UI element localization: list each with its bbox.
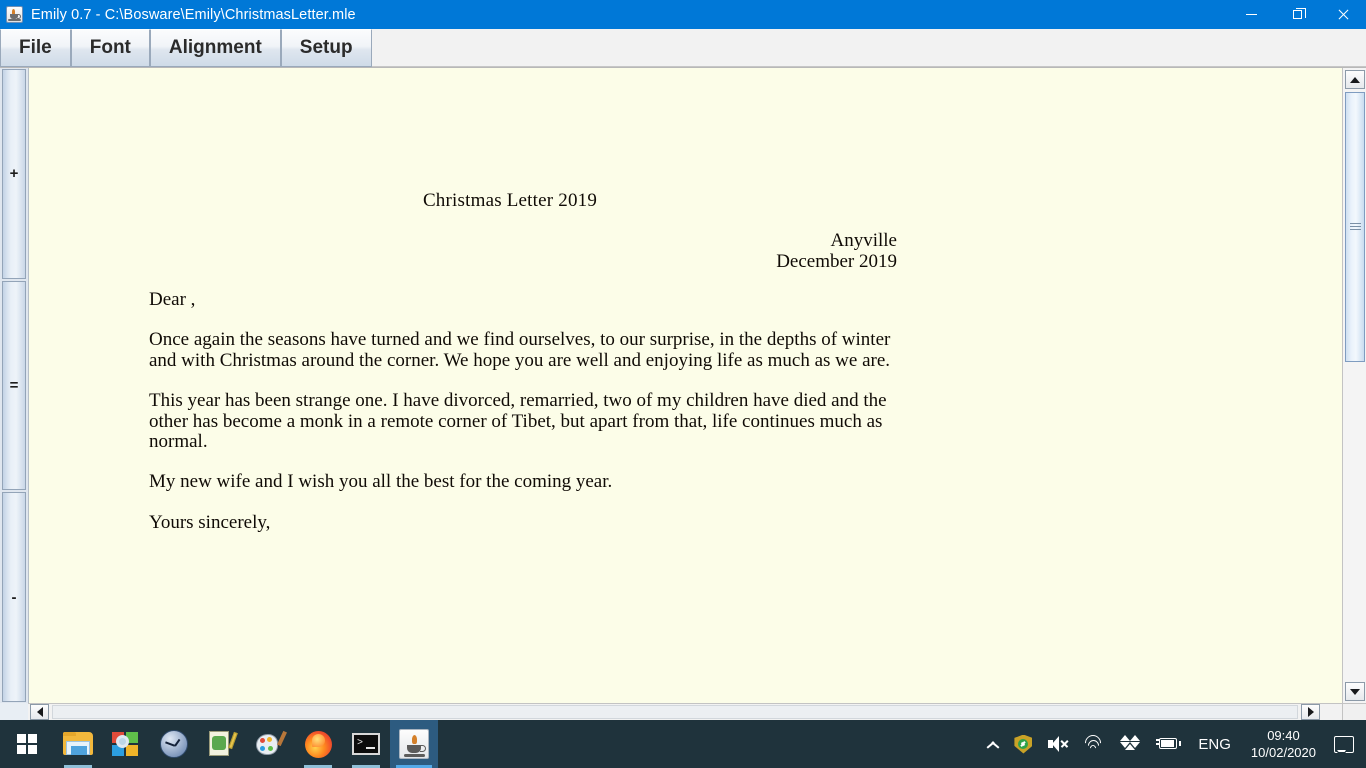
java-cup-icon — [399, 729, 429, 759]
zoom-reset-button[interactable]: = — [2, 280, 26, 491]
window-titlebar: Emily 0.7 - C:\Bosware\Emily\ChristmasLe… — [0, 0, 1366, 29]
menu-bar-filler — [371, 29, 1366, 67]
letter-paragraph: Once again the seasons have turned and w… — [149, 329, 891, 371]
zoom-out-button[interactable]: - — [2, 492, 26, 703]
letter-body: Dear , Once again the seasons have turne… — [149, 289, 909, 553]
terminal-icon — [352, 733, 380, 755]
clock-time: 09:40 — [1267, 728, 1300, 743]
windows-logo-icon — [17, 734, 37, 754]
horizontal-scrollbar[interactable] — [28, 703, 1342, 720]
menu-item-setup[interactable]: Setup — [280, 29, 372, 67]
clock-date: 10/02/2020 — [1250, 745, 1316, 760]
scroll-down-arrow[interactable] — [1345, 682, 1365, 701]
scrollbar-grip-icon — [1350, 223, 1361, 231]
taskbar-notes-app[interactable] — [198, 720, 246, 768]
restore-icon[interactable] — [1274, 0, 1320, 29]
clock-icon — [160, 730, 188, 758]
vertical-scrollbar-thumb[interactable] — [1345, 92, 1365, 362]
scroll-right-arrow[interactable] — [1301, 704, 1320, 720]
wifi-icon[interactable] — [1076, 720, 1112, 768]
scroll-left-arrow[interactable] — [30, 704, 49, 720]
window-title: Emily 0.7 - C:\Bosware\Emily\ChristmasLe… — [31, 6, 356, 23]
letter-address-block: Anyville December 2019 — [29, 230, 898, 272]
security-shield-icon[interactable] — [1006, 720, 1040, 768]
close-icon[interactable] — [1320, 0, 1366, 29]
taskbar-file-explorer[interactable] — [54, 720, 102, 768]
firefox-icon — [304, 730, 332, 758]
taskbar-clock-app[interactable] — [150, 720, 198, 768]
show-hidden-icons-chevron[interactable] — [978, 720, 1006, 768]
letter-page: Christmas Letter 2019 Anyville December … — [29, 68, 1342, 703]
window-controls — [1228, 0, 1366, 29]
taskbar-items — [0, 720, 438, 768]
notification-bubble-icon[interactable] — [1326, 720, 1362, 768]
clock-datetime[interactable]: 09:40 10/02/2020 — [1241, 727, 1326, 761]
letter-closing: Yours sincerely, — [149, 511, 271, 533]
letter-salutation: Dear , — [149, 289, 196, 310]
letter-paragraph: My new wife and I wish you all the best … — [149, 471, 613, 493]
paint-palette-icon — [256, 730, 287, 757]
taskbar-photos[interactable] — [102, 720, 150, 768]
letter-paragraph: This year has been strange one. I have d… — [149, 390, 887, 453]
menu-item-file[interactable]: File — [0, 29, 71, 67]
minimize-icon[interactable] — [1228, 0, 1274, 29]
taskbar: ENG 09:40 10/02/2020 — [0, 720, 1366, 768]
zoom-gutter: + = - — [0, 68, 28, 703]
menu-bar: File Font Alignment Setup — [0, 29, 1366, 68]
address-line-city: Anyville — [830, 230, 898, 251]
scroll-up-arrow[interactable] — [1345, 70, 1365, 89]
address-line-date: December 2019 — [776, 250, 897, 272]
letter-title: Christmas Letter 2019 — [422, 190, 598, 211]
taskbar-java-app[interactable] — [390, 720, 438, 768]
volume-muted-icon[interactable] — [1040, 720, 1076, 768]
taskbar-firefox[interactable] — [294, 720, 342, 768]
java-cup-icon — [6, 6, 23, 23]
start-button[interactable] — [0, 720, 54, 768]
horizontal-scrollbar-track[interactable] — [52, 705, 1298, 719]
taskbar-paint[interactable] — [246, 720, 294, 768]
system-tray: ENG 09:40 10/02/2020 — [978, 720, 1366, 768]
language-indicator[interactable]: ENG — [1188, 720, 1241, 768]
taskbar-terminal[interactable] — [342, 720, 390, 768]
dropbox-icon[interactable] — [1112, 720, 1148, 768]
menu-item-font[interactable]: Font — [70, 29, 150, 67]
zoom-in-button[interactable]: + — [2, 69, 26, 279]
battery-charging-icon[interactable] — [1148, 720, 1188, 768]
desktop: Emily 0.7 - C:\Bosware\Emily\ChristmasLe… — [0, 0, 1366, 768]
editor-area: + = - Christmas Letter 2019 Anyville Dec… — [0, 68, 1366, 720]
menu-item-alignment[interactable]: Alignment — [149, 29, 281, 67]
folder-icon — [63, 732, 93, 756]
scrollbar-corner — [1342, 703, 1366, 720]
photos-icon — [112, 731, 140, 757]
vertical-scrollbar[interactable] — [1342, 68, 1366, 703]
document-canvas[interactable]: Christmas Letter 2019 Anyville December … — [28, 68, 1342, 703]
notepad-icon — [209, 731, 238, 757]
